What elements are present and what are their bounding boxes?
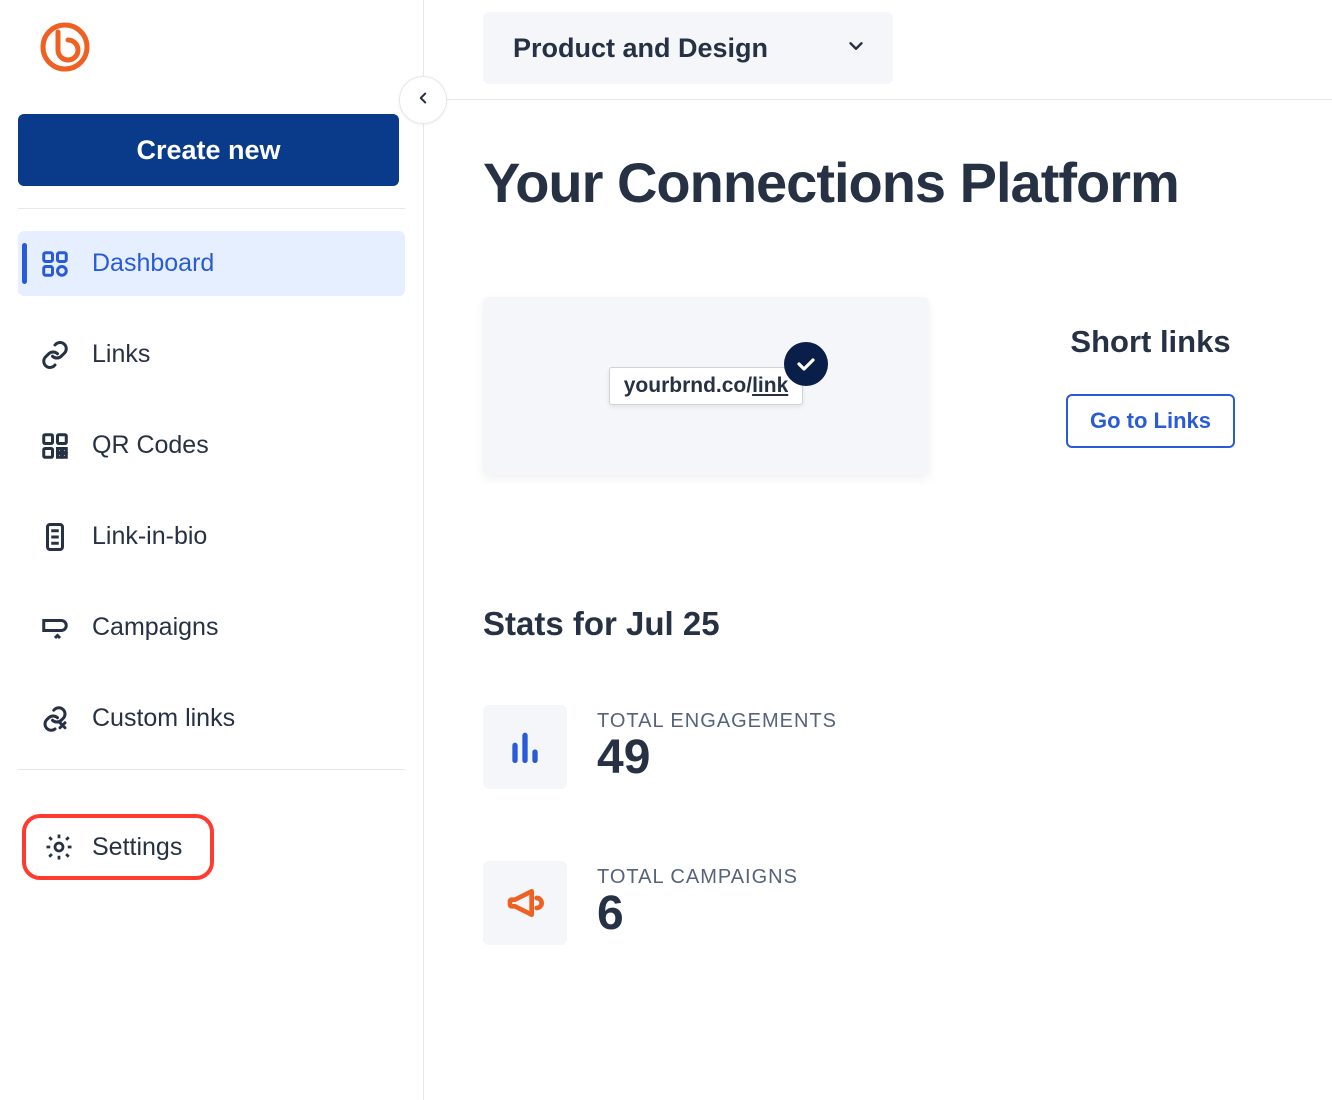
card-title: Short links — [1070, 324, 1230, 360]
sidebar-item-label: Link-in-bio — [92, 522, 207, 551]
link-in-bio-icon — [40, 522, 70, 552]
sidebar-item-label: Custom links — [92, 704, 235, 733]
sidebar-item-dashboard[interactable]: Dashboard — [18, 231, 405, 296]
megaphone-icon — [483, 861, 567, 945]
sidebar: Create new Dashboard Links — [0, 0, 424, 1100]
sidebar-item-label: Campaigns — [92, 613, 218, 642]
sidebar-item-label: Settings — [92, 833, 182, 862]
example-link-slug: link — [752, 374, 788, 397]
custom-link-icon — [40, 704, 70, 734]
divider — [18, 769, 405, 770]
stat-value: 6 — [597, 889, 798, 939]
short-links-card-right: Short links Go to Links — [969, 324, 1332, 448]
short-links-illustration: yourbrnd.co/link — [483, 297, 929, 475]
sidebar-item-link-in-bio[interactable]: Link-in-bio — [18, 504, 405, 569]
stat-row-campaigns: TOTAL CAMPAIGNS 6 — [483, 861, 1332, 945]
divider — [425, 99, 1332, 100]
example-link-box: yourbrnd.co/link — [609, 367, 804, 405]
stat-meta: TOTAL CAMPAIGNS 6 — [597, 866, 798, 939]
divider — [18, 208, 405, 209]
dashboard-icon — [40, 249, 70, 279]
stat-meta: TOTAL ENGAGEMENTS 49 — [597, 710, 837, 783]
page-title: Your Connections Platform — [483, 150, 1332, 215]
sidebar-item-label: QR Codes — [92, 431, 209, 460]
brand-logo — [40, 22, 90, 72]
campaigns-icon — [40, 613, 70, 643]
gear-icon — [44, 832, 74, 862]
main-content: Product and Design Your Connections Plat… — [425, 0, 1332, 1100]
checkmark-badge — [784, 342, 828, 386]
chevron-left-icon — [414, 89, 432, 112]
sidebar-item-custom-links[interactable]: Custom links — [18, 686, 405, 751]
sidebar-item-campaigns[interactable]: Campaigns — [18, 595, 405, 660]
create-new-button[interactable]: Create new — [18, 114, 399, 186]
qr-code-icon — [40, 431, 70, 461]
chevron-down-icon — [845, 35, 867, 62]
short-links-card: yourbrnd.co/link Short links Go to Links — [483, 297, 1332, 475]
workspace-dropdown[interactable]: Product and Design — [483, 12, 893, 84]
bar-chart-icon — [483, 705, 567, 789]
sidebar-item-qr-codes[interactable]: QR Codes — [18, 413, 405, 478]
stats-heading: Stats for Jul 25 — [483, 605, 1332, 643]
sidebar-collapse-button[interactable] — [399, 76, 447, 124]
stat-label: TOTAL CAMPAIGNS — [597, 866, 798, 889]
stat-row-engagements: TOTAL ENGAGEMENTS 49 — [483, 705, 1332, 789]
sidebar-item-label: Links — [92, 340, 150, 369]
sidebar-item-settings-highlighted[interactable]: Settings — [22, 814, 214, 880]
link-icon — [40, 340, 70, 370]
sidebar-item-label: Dashboard — [92, 249, 214, 278]
workspace-selected-label: Product and Design — [513, 33, 768, 64]
stat-value: 49 — [597, 733, 837, 783]
stat-label: TOTAL ENGAGEMENTS — [597, 710, 837, 733]
example-link-domain: yourbrnd.co/ — [624, 374, 752, 397]
go-to-links-button[interactable]: Go to Links — [1066, 394, 1235, 448]
sidebar-item-links[interactable]: Links — [18, 322, 405, 387]
